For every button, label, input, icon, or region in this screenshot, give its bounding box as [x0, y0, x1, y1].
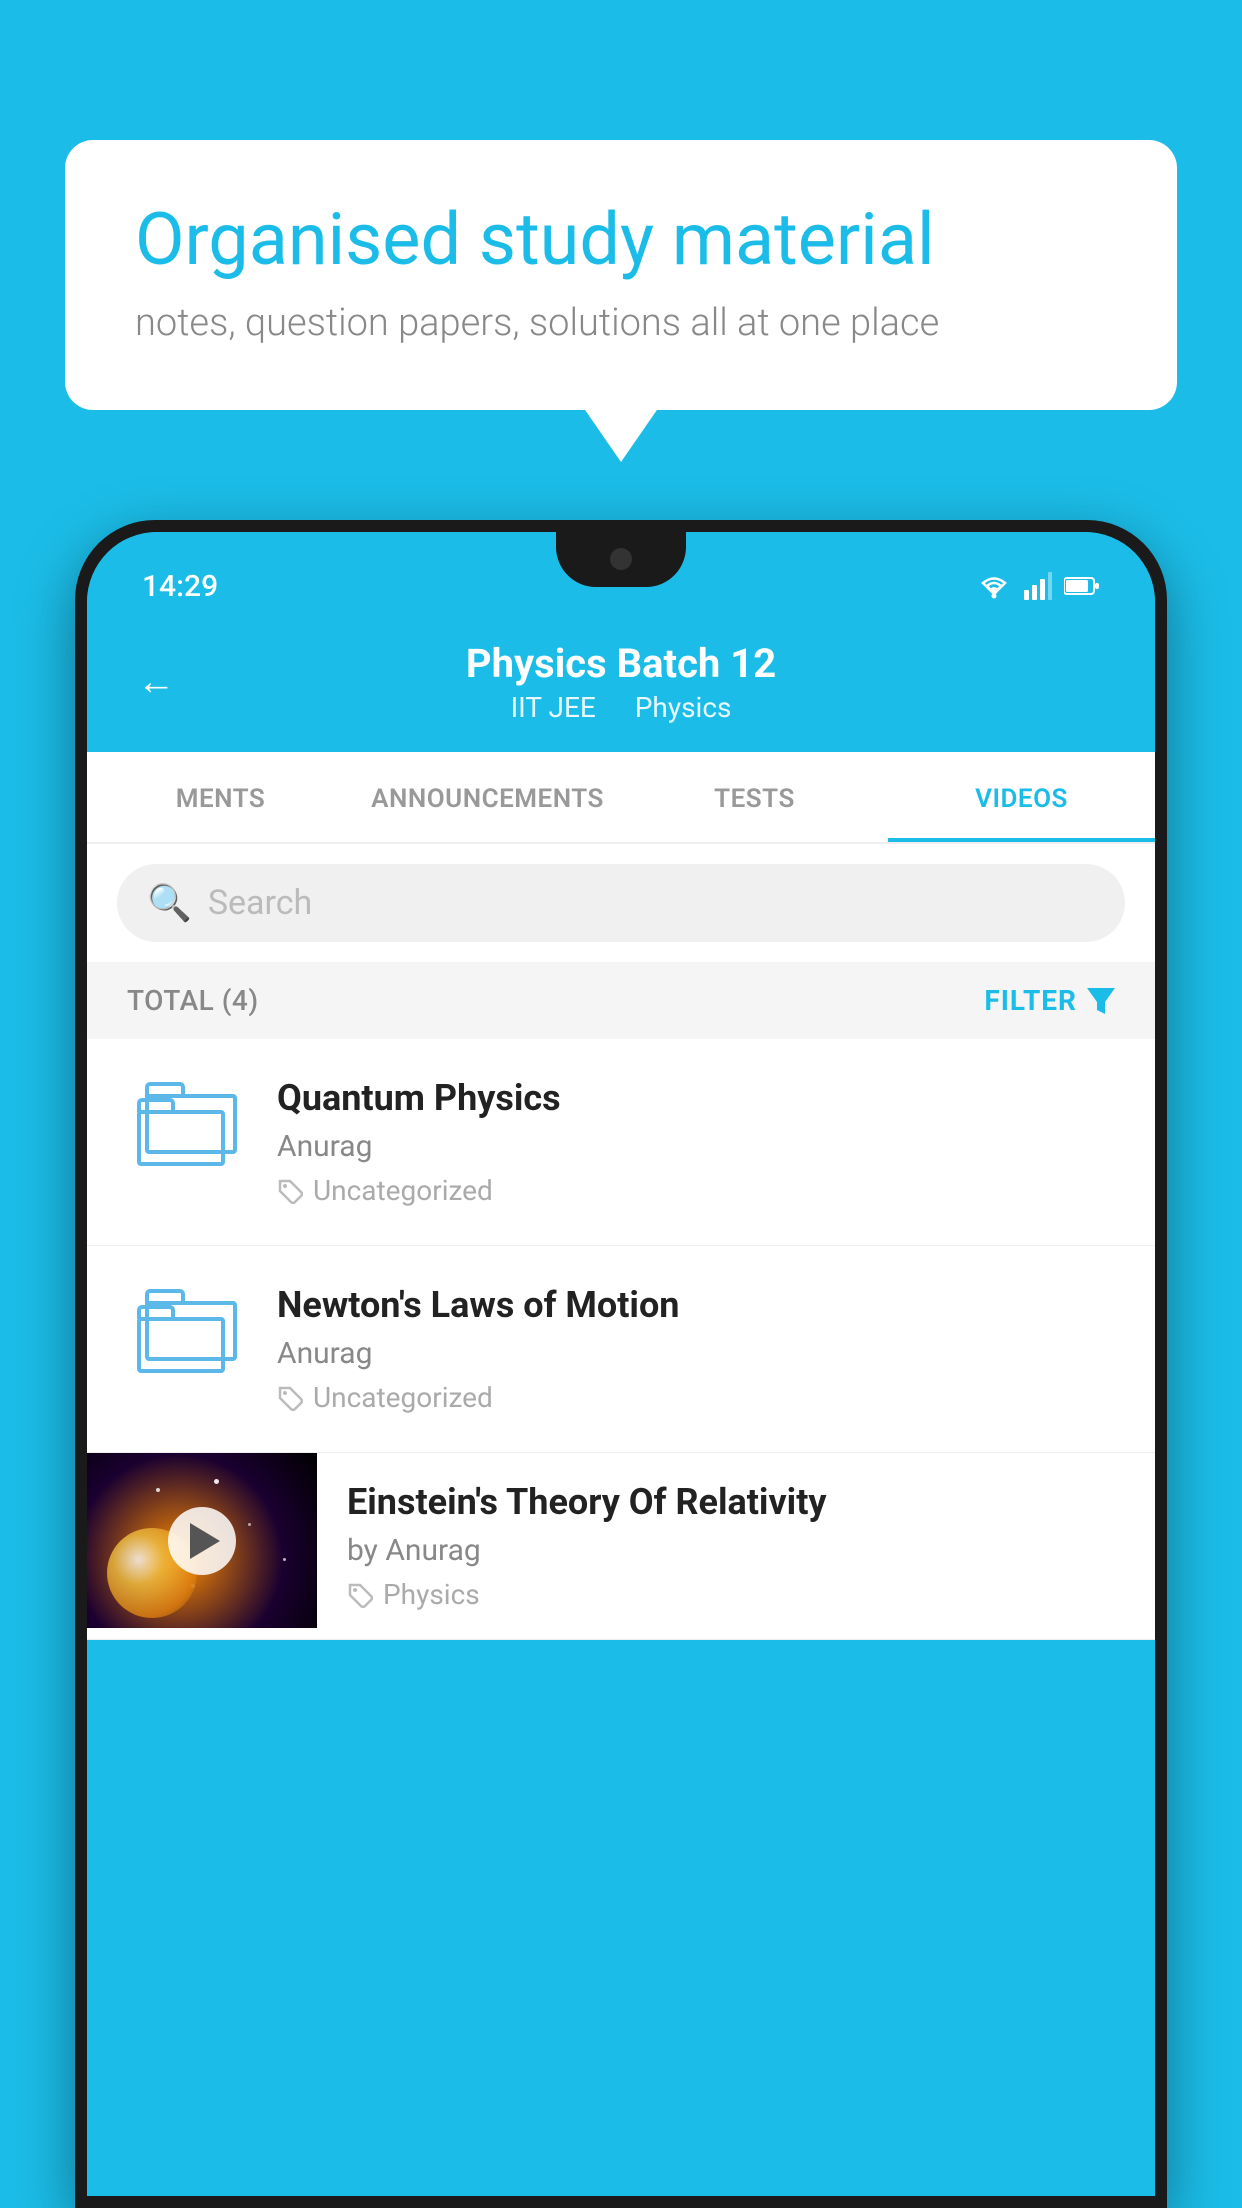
status-icons [976, 572, 1100, 600]
list-item[interactable]: Quantum Physics Anurag Uncategorized [87, 1039, 1155, 1246]
filter-icon [1087, 988, 1115, 1014]
header-title: Physics Batch 12 [466, 640, 776, 687]
item-info-3: Einstein's Theory Of Relativity by Anura… [317, 1453, 1155, 1639]
search-icon: 🔍 [147, 882, 192, 924]
battery-icon [1064, 576, 1100, 596]
header-title-group: Physics Batch 12 IIT JEE Physics [466, 640, 776, 724]
status-time: 14:29 [142, 569, 218, 604]
video-tag: Uncategorized [277, 1381, 1115, 1414]
video-title: Quantum Physics [277, 1077, 1115, 1119]
phone-frame: 14:29 [75, 520, 1167, 2208]
item-info-1: Quantum Physics Anurag Uncategorized [277, 1077, 1115, 1207]
tag-icon [347, 1582, 373, 1608]
play-triangle-icon [190, 1523, 220, 1559]
search-container: 🔍 Search [87, 844, 1155, 962]
subtitle-physics: Physics [635, 691, 732, 724]
wifi-icon [976, 572, 1012, 600]
video-author: by Anurag [347, 1533, 1125, 1568]
list-item[interactable]: Newton's Laws of Motion Anurag Uncategor… [87, 1246, 1155, 1453]
video-author: Anurag [277, 1336, 1115, 1371]
video-tag: Physics [347, 1578, 1125, 1611]
video-author: Anurag [277, 1129, 1115, 1164]
item-info-2: Newton's Laws of Motion Anurag Uncategor… [277, 1284, 1115, 1414]
filter-bar: TOTAL (4) FILTER [87, 962, 1155, 1039]
back-button[interactable]: ← [137, 660, 175, 704]
video-title: Einstein's Theory Of Relativity [347, 1481, 1125, 1523]
tag-icon [277, 1385, 303, 1411]
phone-screen: 14:29 [87, 532, 1155, 2196]
filter-button[interactable]: FILTER [984, 984, 1115, 1017]
speech-bubble: Organised study material notes, question… [65, 140, 1177, 410]
list-item[interactable]: Einstein's Theory Of Relativity by Anura… [87, 1453, 1155, 1640]
item-thumbnail-1 [127, 1077, 247, 1177]
video-list: Quantum Physics Anurag Uncategorized [87, 1039, 1155, 1640]
total-count: TOTAL (4) [127, 984, 259, 1017]
subtitle-iit: IIT JEE [511, 691, 596, 724]
tab-announcements[interactable]: ANNOUNCEMENTS [354, 752, 621, 842]
play-button[interactable] [168, 1507, 236, 1575]
speech-bubble-card: Organised study material notes, question… [65, 140, 1177, 410]
camera-dot [610, 548, 632, 570]
screen-body: 🔍 Search TOTAL (4) FILTER [87, 844, 1155, 1640]
tab-ments[interactable]: MENTS [87, 752, 354, 842]
app-header: ← Physics Batch 12 IIT JEE Physics [87, 622, 1155, 752]
status-bar: 14:29 [87, 532, 1155, 622]
item-thumbnail-2 [127, 1284, 247, 1384]
search-bar[interactable]: 🔍 Search [117, 864, 1125, 942]
bubble-subtitle: notes, question papers, solutions all at… [135, 301, 1107, 345]
item-thumbnail-3 [87, 1453, 317, 1628]
search-placeholder: Search [208, 883, 312, 923]
tag-icon [277, 1178, 303, 1204]
signal-icon [1024, 572, 1052, 600]
tab-tests[interactable]: TESTS [621, 752, 888, 842]
video-tag: Uncategorized [277, 1174, 1115, 1207]
tab-videos[interactable]: VIDEOS [888, 752, 1155, 842]
header-subtitle: IIT JEE Physics [466, 691, 776, 724]
bubble-title: Organised study material [135, 200, 1107, 279]
notch [556, 532, 686, 587]
tabs-bar: MENTS ANNOUNCEMENTS TESTS VIDEOS [87, 752, 1155, 844]
video-title: Newton's Laws of Motion [277, 1284, 1115, 1326]
